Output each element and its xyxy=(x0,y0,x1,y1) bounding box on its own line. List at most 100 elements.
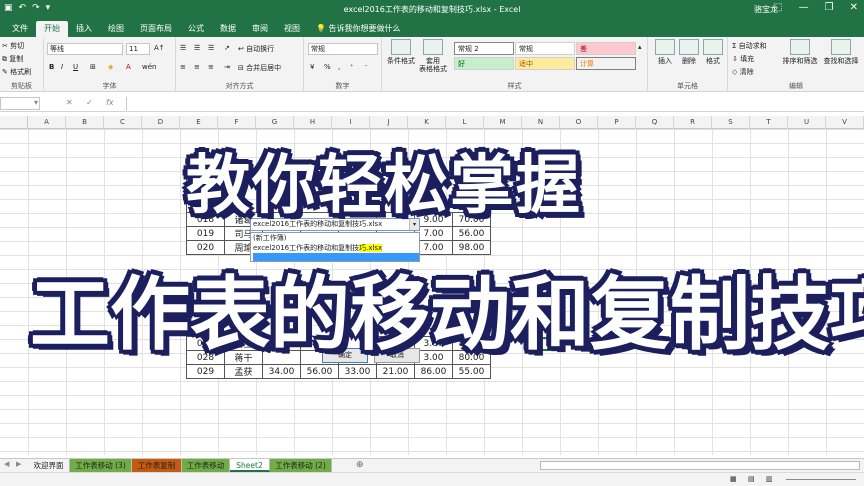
percent-button[interactable]: % xyxy=(324,63,331,71)
style-normal2[interactable]: 常规 2 xyxy=(454,42,514,55)
column-header-v[interactable]: V xyxy=(826,116,864,129)
close-icon[interactable]: ✕ xyxy=(850,2,858,13)
tab-insert[interactable]: 插入 xyxy=(68,21,100,37)
table-cell[interactable]: 34.00 xyxy=(262,364,301,379)
column-header-c[interactable]: C xyxy=(104,116,142,129)
cancel-entry-icon[interactable]: ✕ xyxy=(66,98,73,107)
column-header-s[interactable]: S xyxy=(712,116,750,129)
column-header-d[interactable]: D xyxy=(142,116,180,129)
ribbon-display-icon[interactable]: ⬚ xyxy=(773,2,782,13)
column-header-k[interactable]: K xyxy=(408,116,446,129)
name-box-dropdown-icon[interactable]: ▾ xyxy=(34,98,38,107)
insert-function-icon[interactable]: fx xyxy=(106,98,114,107)
table-cell[interactable]: 55.00 xyxy=(452,364,491,379)
tab-data[interactable]: 数据 xyxy=(212,21,244,37)
increase-decimal-icon[interactable]: ⁺ xyxy=(350,63,354,71)
clear-button[interactable]: ◇ 清除 xyxy=(732,67,754,77)
column-header-f[interactable]: F xyxy=(218,116,256,129)
page-layout-icon[interactable]: ▤ xyxy=(748,475,755,483)
scroll-left-icon[interactable]: ◀ xyxy=(4,460,9,468)
format-as-table-button[interactable]: 套用 表格格式 xyxy=(418,37,448,73)
conditional-format-button[interactable]: 条件格式 xyxy=(386,37,416,65)
column-header-e[interactable]: E xyxy=(180,116,218,129)
list-item-new-workbook[interactable]: (新工作簿) xyxy=(253,233,419,243)
column-header-b[interactable]: B xyxy=(66,116,104,129)
copy-button[interactable]: ⧉ 复制 xyxy=(2,54,23,64)
font-name-select[interactable]: 等线 xyxy=(47,43,123,55)
currency-icon[interactable]: ¥ xyxy=(310,63,314,71)
sheet-tab[interactable]: 欢迎界面 xyxy=(28,459,70,472)
border-icon[interactable]: ⊞ xyxy=(90,63,96,71)
phonetic-button[interactable]: wén xyxy=(142,63,156,71)
column-header-r[interactable]: R xyxy=(674,116,712,129)
comma-button[interactable]: , xyxy=(338,63,340,71)
table-cell[interactable]: 7.00 xyxy=(414,226,453,241)
horizontal-scrollbar[interactable] xyxy=(540,461,860,470)
merge-center-button[interactable]: ⊟ 合并后居中 xyxy=(238,63,281,73)
column-header-u[interactable]: U xyxy=(788,116,826,129)
tab-file[interactable]: 文件 xyxy=(4,21,36,37)
column-header-t[interactable]: T xyxy=(750,116,788,129)
autosum-button[interactable]: Σ 自动求和 xyxy=(732,41,767,51)
column-header-a[interactable]: A xyxy=(28,116,66,129)
add-sheet-icon[interactable]: ⊕ xyxy=(356,460,364,470)
table-cell[interactable]: 029 xyxy=(186,364,225,379)
table-cell[interactable]: 019 xyxy=(186,226,225,241)
select-all-corner[interactable] xyxy=(0,116,28,129)
align-left-icon[interactable]: ≡ xyxy=(180,63,186,71)
tab-review[interactable]: 审阅 xyxy=(244,21,276,37)
style-calc[interactable]: 计算 xyxy=(576,57,636,70)
styles-scroll-icon[interactable]: ▴ xyxy=(638,43,642,51)
sheet-tab[interactable]: 工作表移动 (2) xyxy=(270,459,332,472)
page-break-icon[interactable]: ▥ xyxy=(766,475,773,483)
table-cell[interactable]: 56.00 xyxy=(300,364,339,379)
tell-me-box[interactable]: 💡 告诉我你想要做什么 xyxy=(316,21,401,37)
minimize-icon[interactable]: — xyxy=(799,2,809,13)
italic-button[interactable]: I xyxy=(61,63,63,71)
align-top-icon[interactable]: ☰ xyxy=(180,44,186,52)
table-cell[interactable]: 33.00 xyxy=(338,364,377,379)
align-right-icon[interactable]: ≡ xyxy=(208,63,214,71)
bold-button[interactable]: B xyxy=(49,63,54,71)
wrap-text-button[interactable]: ↩ 自动换行 xyxy=(238,44,274,54)
zoom-slider[interactable] xyxy=(786,479,856,480)
format-painter-button[interactable]: ✎ 格式刷 xyxy=(2,67,31,77)
column-header-j[interactable]: J xyxy=(370,116,408,129)
number-format-select[interactable]: 常规 xyxy=(308,43,378,55)
style-bad[interactable]: 差 xyxy=(576,42,636,55)
style-normal[interactable]: 常规 xyxy=(515,42,575,55)
sheet-tab[interactable]: 工作表移动 (3) xyxy=(70,459,132,472)
style-good[interactable]: 好 xyxy=(454,57,514,70)
tab-formulas[interactable]: 公式 xyxy=(180,21,212,37)
font-color-icon[interactable]: A xyxy=(126,63,131,71)
column-header-n[interactable]: N xyxy=(522,116,560,129)
table-cell[interactable]: 86.00 xyxy=(414,364,453,379)
sort-filter-button[interactable]: 排序和筛选 xyxy=(780,37,820,65)
confirm-entry-icon[interactable]: ✓ xyxy=(86,98,93,107)
normal-view-icon[interactable]: ▦ xyxy=(730,475,737,483)
formula-input[interactable] xyxy=(126,97,862,110)
column-header-p[interactable]: P xyxy=(598,116,636,129)
format-cells-button[interactable]: 格式 xyxy=(698,37,728,65)
cut-button[interactable]: ✂ 剪切 xyxy=(2,41,24,51)
align-middle-icon[interactable]: ☰ xyxy=(194,44,200,52)
column-header-i[interactable]: I xyxy=(332,116,370,129)
column-header-g[interactable]: G xyxy=(256,116,294,129)
column-header-l[interactable]: L xyxy=(446,116,484,129)
sheet-tab[interactable]: Sheet2 xyxy=(230,459,270,472)
column-header-m[interactable]: M xyxy=(484,116,522,129)
table-cell[interactable]: 孟获 xyxy=(224,364,263,379)
tab-view[interactable]: 视图 xyxy=(276,21,308,37)
sheet-tab[interactable]: 工作表移动 xyxy=(182,459,230,472)
find-select-button[interactable]: 查找和选择 xyxy=(820,37,862,65)
decrease-decimal-icon[interactable]: ⁻ xyxy=(364,63,368,71)
column-header-q[interactable]: Q xyxy=(636,116,674,129)
tab-home[interactable]: 开始 xyxy=(36,21,68,37)
indent-icon[interactable]: ⇥ xyxy=(224,63,230,71)
underline-button[interactable]: U xyxy=(73,63,78,71)
scroll-right-icon[interactable]: ▶ xyxy=(16,460,21,468)
style-neutral[interactable]: 适中 xyxy=(515,57,575,70)
orientation-icon[interactable]: ↗ xyxy=(224,44,230,52)
grow-font-button[interactable]: A↑ xyxy=(154,44,165,52)
font-size-select[interactable]: 11 xyxy=(126,43,150,55)
